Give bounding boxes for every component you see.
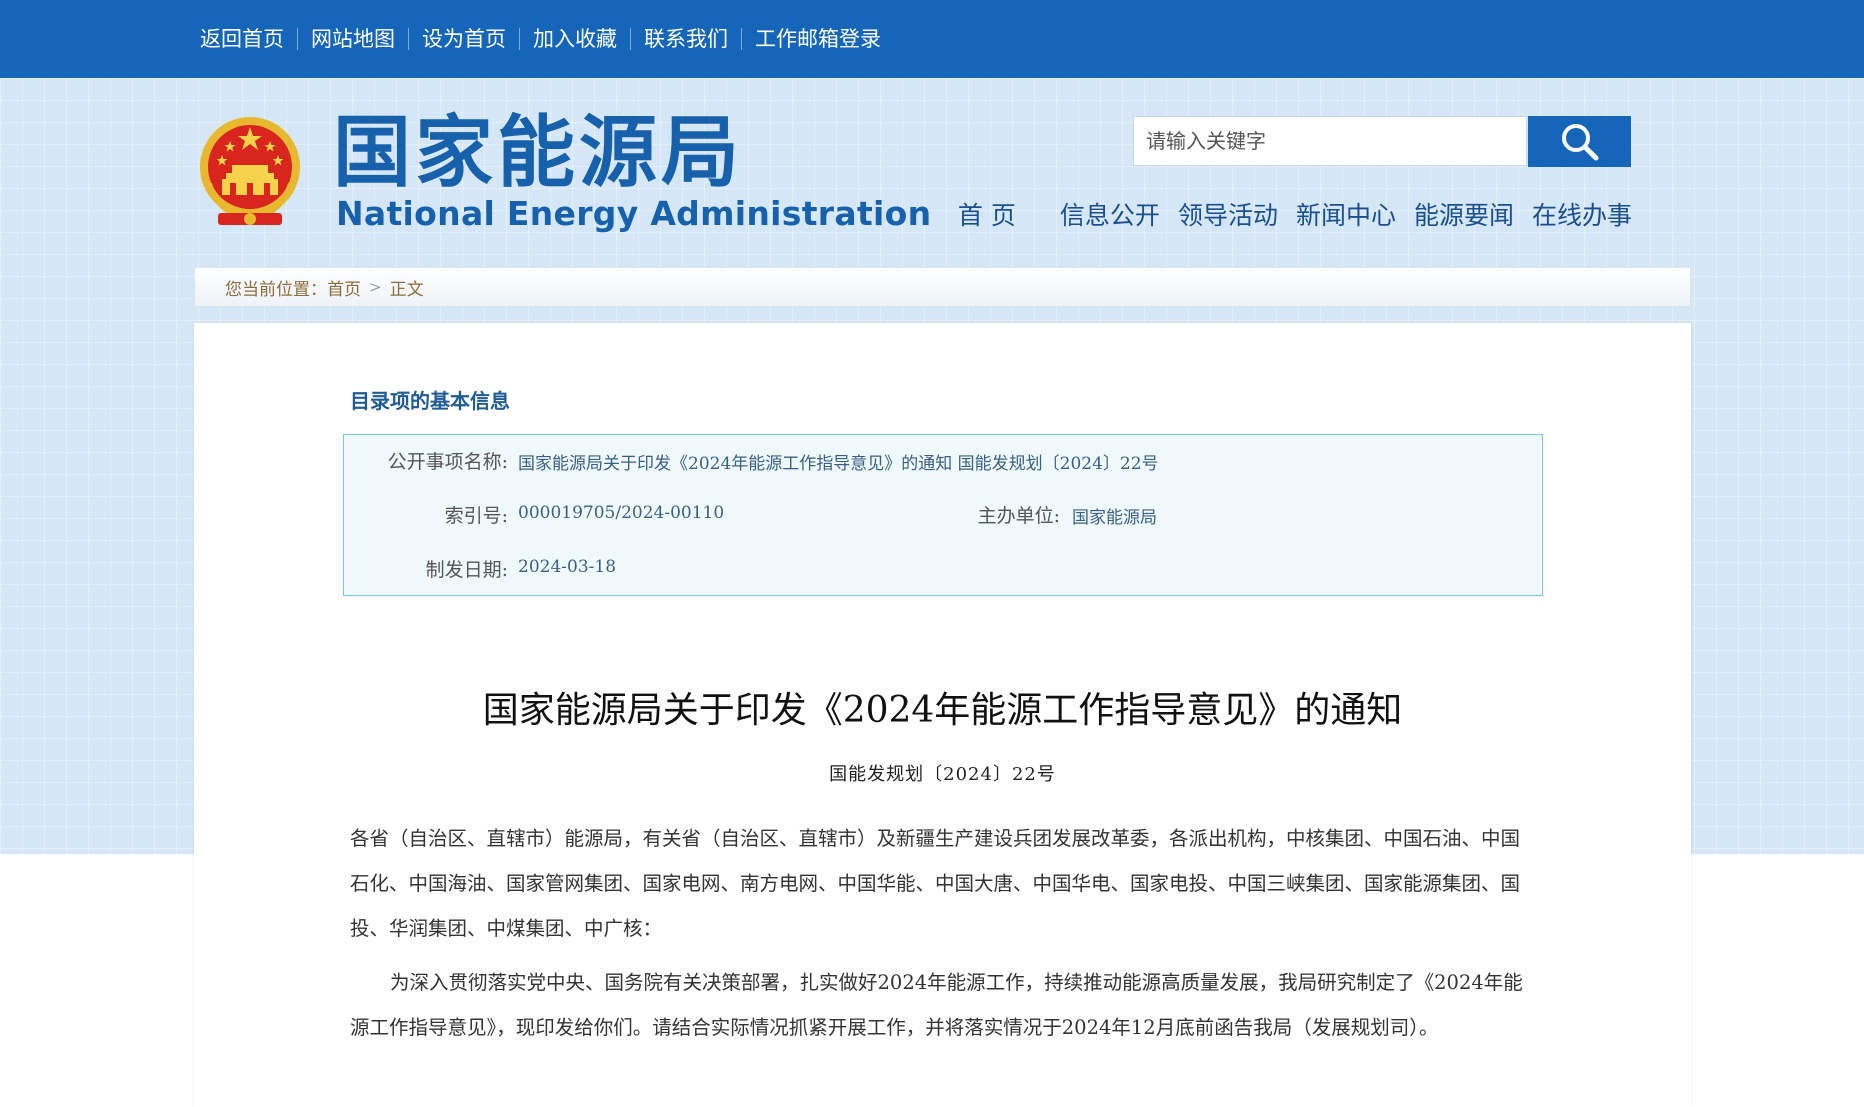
top-link-email-login[interactable]: 工作邮箱登录 bbox=[741, 28, 894, 50]
nav-online-services[interactable]: 在线办事 bbox=[1532, 196, 1632, 232]
top-link-contact[interactable]: 联系我们 bbox=[630, 28, 741, 50]
breadcrumb-separator-icon: > bbox=[369, 278, 382, 296]
top-link-set-homepage[interactable]: 设为首页 bbox=[408, 28, 519, 50]
top-nav: 返回首页 网站地图 设为首页 加入收藏 联系我们 工作邮箱登录 bbox=[200, 0, 894, 78]
national-emblem-icon bbox=[200, 117, 300, 225]
nav-energy-news[interactable]: 能源要闻 bbox=[1414, 196, 1514, 232]
document-body-paragraph: 为深入贯彻落实党中央、国务院有关决策部署，扎实做好2024年能源工作，持续推动能… bbox=[350, 971, 1523, 1039]
info-date-label: 制发日期: bbox=[425, 559, 508, 581]
search-input[interactable] bbox=[1133, 116, 1527, 166]
document-addressees: 各省（自治区、直辖市）能源局，有关省（自治区、直辖市）及新疆生产建设兵团发展改革… bbox=[350, 827, 1521, 940]
breadcrumb-home-link[interactable]: 首页 bbox=[327, 275, 361, 300]
nav-home[interactable]: 首页 bbox=[958, 196, 1024, 232]
info-box: 公开事项名称: 国家能源局关于印发《2024年能源工作指导意见》的通知 国能发规… bbox=[343, 434, 1543, 596]
info-unit-label: 主办单位: bbox=[977, 505, 1060, 527]
document-title: 国家能源局关于印发《2024年能源工作指导意见》的通知 bbox=[482, 690, 1403, 731]
top-link-bookmark[interactable]: 加入收藏 bbox=[519, 28, 630, 50]
breadcrumb: 您当前位置： 首页 > 正文 bbox=[194, 267, 1691, 307]
logo-chinese-title: 国家能源局 bbox=[333, 108, 744, 198]
content-panel: 目录项的基本信息 公开事项名称: 国家能源局关于印发《2024年能源工作指导意见… bbox=[194, 323, 1691, 1107]
info-index-label: 索引号: bbox=[444, 505, 508, 527]
top-bar: 返回首页 网站地图 设为首页 加入收藏 联系我们 工作邮箱登录 bbox=[0, 0, 1864, 78]
document-number: 国能发规划〔2024〕22号 bbox=[829, 764, 1056, 785]
top-link-sitemap[interactable]: 网站地图 bbox=[297, 28, 408, 50]
info-date-value: 2024-03-18 bbox=[518, 557, 617, 577]
nav-leadership[interactable]: 领导活动 bbox=[1178, 196, 1278, 232]
info-name-label: 公开事项名称: bbox=[387, 451, 508, 473]
nav-news-center[interactable]: 新闻中心 bbox=[1296, 196, 1396, 232]
breadcrumb-prefix: 您当前位置： bbox=[225, 279, 327, 300]
logo-english-title: National Energy Administration bbox=[336, 194, 932, 233]
top-link-home[interactable]: 返回首页 bbox=[200, 28, 297, 50]
info-index-value: 000019705/2024-00110 bbox=[518, 503, 725, 523]
info-name-value: 国家能源局关于印发《2024年能源工作指导意见》的通知 国能发规划〔2024〕2… bbox=[518, 454, 1159, 474]
search-icon bbox=[1561, 123, 1598, 160]
info-section-title: 目录项的基本信息 bbox=[350, 389, 510, 413]
main-nav: 首页 信息公开 领导活动 新闻中心 能源要闻 在线办事 bbox=[940, 196, 1632, 232]
info-unit-value: 国家能源局 bbox=[1072, 508, 1157, 528]
search-button[interactable] bbox=[1528, 116, 1631, 167]
nav-info-disclosure[interactable]: 信息公开 bbox=[1060, 196, 1160, 232]
breadcrumb-current: 正文 bbox=[389, 279, 424, 300]
